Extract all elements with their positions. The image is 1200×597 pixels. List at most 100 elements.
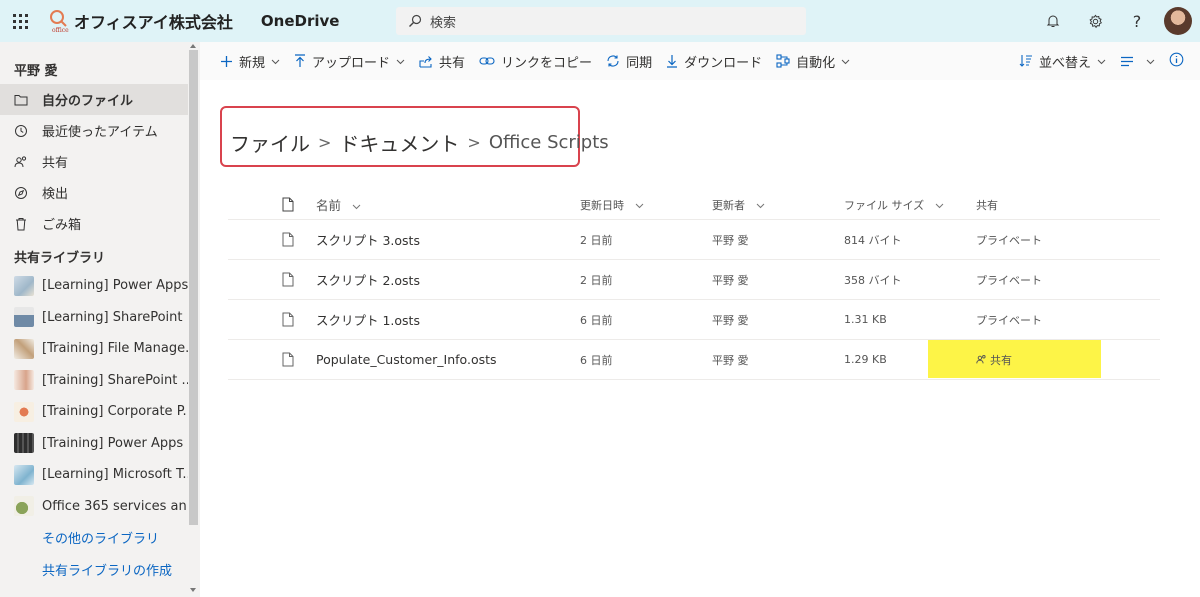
name-header[interactable]: 名前 [316,195,580,214]
nav-shared[interactable]: 共有 [0,146,188,177]
avatar[interactable] [1164,7,1192,35]
nav-label: 検出 [42,187,69,202]
file-name[interactable]: スクリプト 1.osts [316,310,580,329]
compass-icon [14,186,28,200]
file-modified: 2 日前 [580,273,613,287]
table-row[interactable]: スクリプト 1.osts 6 日前 平野 愛 1.31 KB プライベート [228,300,1160,340]
settings-button[interactable] [1074,0,1116,42]
nav-label: 共有 [42,156,69,171]
breadcrumb-item-files[interactable]: ファイル [230,128,310,157]
nav-label: 最近使ったアイテム [42,125,158,140]
sort-button[interactable]: 並べ替え [1012,42,1113,80]
create-shared-library-link[interactable]: 共有ライブラリの作成 [0,554,200,586]
file-modified-by: 平野 愛 [712,313,749,327]
library-thumbnail [14,401,34,422]
breadcrumb-item-documents[interactable]: ドキュメント [339,128,459,157]
modified-header[interactable]: 更新日時 [580,197,712,213]
file-size-header[interactable]: ファイル サイズ [844,197,976,213]
clock-icon [14,124,28,138]
search-input[interactable]: 検索 [430,12,456,31]
download-label: ダウンロード [684,55,763,71]
chevron-down-icon [1146,54,1155,69]
library-item[interactable]: [Training] Power Apps ... [0,428,188,460]
user-name: 平野 愛 [14,64,58,79]
app-title[interactable]: OneDrive [261,12,340,30]
breadcrumb: ファイル > ドキュメント > Office Scripts [230,128,609,157]
library-item[interactable]: [Learning] SharePoint ... [0,302,188,334]
file-sharing[interactable]: プライベート [976,300,1160,339]
app-launcher-button[interactable] [0,0,40,42]
sharing-label: 共有 [990,353,1012,367]
company-logo[interactable]: office [48,8,70,34]
nav-my-files[interactable]: 自分のファイル [0,84,188,115]
table-row[interactable]: Populate_Customer_Info.osts 6 日前 平野 愛 1.… [228,340,1160,380]
file-sharing[interactable]: プライベート [976,260,1160,299]
sharing-header[interactable]: 共有 [976,190,1160,219]
chevron-down-icon [1097,54,1106,69]
library-item[interactable]: [Training] SharePoint ... [0,365,188,397]
file-icon [228,232,316,247]
command-bar-right: 並べ替え [1012,42,1200,80]
chevron-down-icon [841,54,850,69]
scroll-up-icon[interactable] [190,44,196,48]
library-item[interactable]: [Learning] Power Apps... [0,270,188,302]
sync-button[interactable]: 同期 [599,42,659,80]
library-label: [Training] Corporate P... [42,404,188,420]
file-sharing[interactable]: 共有 [928,340,1160,379]
shared-libraries-heading: 共有ライブラリ [14,251,106,266]
more-libraries-link[interactable]: その他のライブラリ [0,522,200,554]
automate-button[interactable]: 自動化 [769,42,857,80]
library-item[interactable]: [Training] Corporate P... [0,396,188,428]
chevron-down-icon [935,203,944,208]
details-pane-button[interactable] [1162,42,1200,80]
nav-discover[interactable]: 検出 [0,177,188,208]
automate-label: 自動化 [796,55,836,71]
sort-icon [1019,54,1033,68]
file-type-header[interactable] [228,197,316,212]
library-item[interactable]: [Learning] Microsoft T... [0,459,188,491]
plus-icon [220,55,233,68]
file-name[interactable]: スクリプト 2.osts [316,270,580,289]
chevron-down-icon [271,54,280,69]
flow-icon [776,54,790,68]
share-button[interactable]: 共有 [412,42,472,80]
scroll-down-icon[interactable] [190,588,196,592]
library-item[interactable]: Office 365 services an... [0,491,188,523]
modified-by-header[interactable]: 更新者 [712,197,844,213]
notifications-button[interactable] [1032,0,1074,42]
library-item[interactable]: [Training] File Manage... [0,333,188,365]
people-icon [14,155,28,169]
people-icon [976,355,986,364]
upload-button[interactable]: アップロード [287,42,412,80]
file-sharing[interactable]: プライベート [976,220,1160,259]
share-icon [419,55,433,68]
library-label: [Training] File Manage... [42,341,188,357]
file-size: 358 バイト [844,273,902,287]
nav-recent[interactable]: 最近使ったアイテム [0,115,188,146]
file-name[interactable]: Populate_Customer_Info.osts [316,352,580,367]
library-label: [Training] SharePoint ... [42,372,188,388]
view-options-button[interactable] [1113,42,1162,80]
table-row[interactable]: スクリプト 3.osts 2 日前 平野 愛 814 バイト プライベート [228,220,1160,260]
nav-recycle-bin[interactable]: ごみ箱 [0,208,188,239]
company-name[interactable]: オフィスアイ株式会社 [74,9,233,33]
file-modified: 6 日前 [580,313,613,327]
copy-link-button[interactable]: リンクをコピー [472,42,599,80]
search-box[interactable]: 検索 [396,7,806,35]
file-icon [228,352,316,367]
library-label: [Learning] SharePoint ... [42,309,188,325]
download-button[interactable]: ダウンロード [659,42,769,80]
new-button[interactable]: 新規 [200,42,287,80]
library-thumbnail [14,307,34,328]
table-row[interactable]: スクリプト 2.osts 2 日前 平野 愛 358 バイト プライベート [228,260,1160,300]
file-size: 814 バイト [844,233,902,247]
library-thumbnail [14,338,34,359]
copy-link-label: リンクをコピー [501,55,593,71]
help-button[interactable]: ? [1116,0,1158,42]
file-name[interactable]: スクリプト 3.osts [316,230,580,249]
folder-icon [14,93,28,107]
sidebar-scrollbar[interactable] [189,50,198,525]
library-label: [Learning] Microsoft T... [42,467,188,483]
list-view-icon [1120,56,1134,67]
file-icon [228,272,316,287]
